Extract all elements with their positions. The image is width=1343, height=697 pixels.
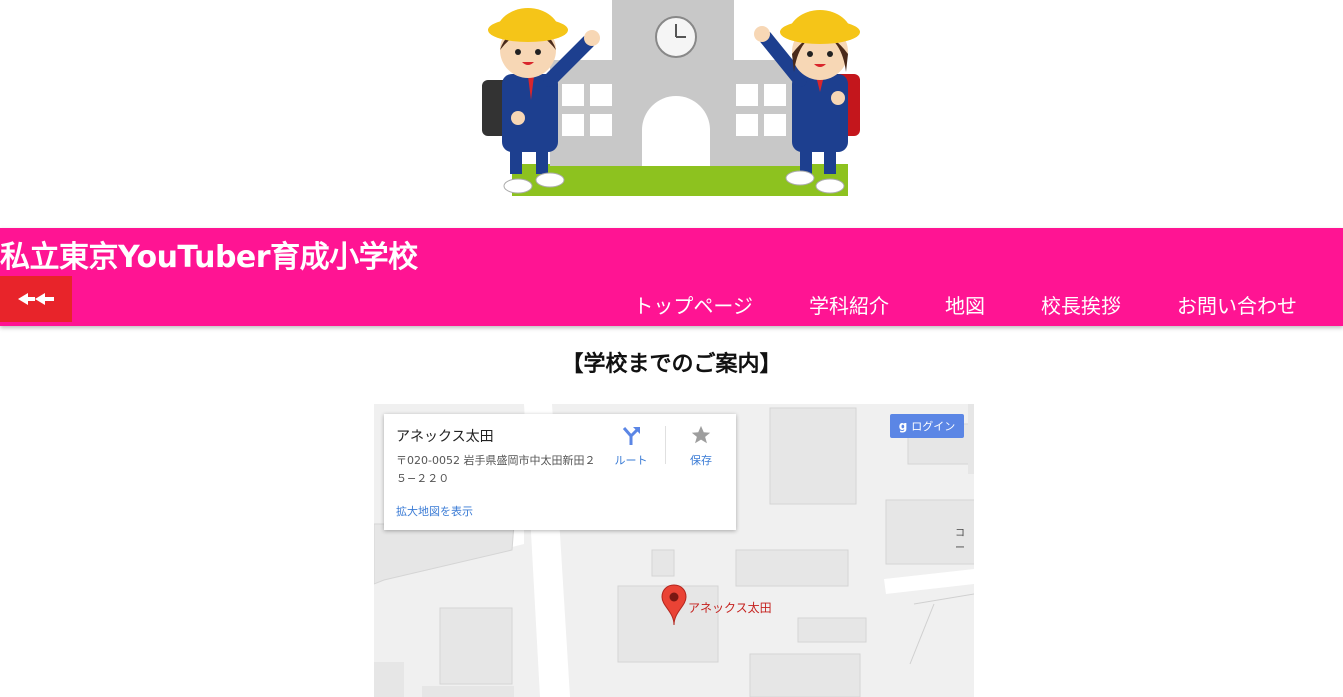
larger-map-link[interactable]: 拡大地図を表示 (396, 503, 473, 519)
route-button[interactable]: ルート (606, 424, 656, 468)
nav-item-principal[interactable]: 校長挨拶 (1013, 290, 1149, 319)
star-icon (691, 425, 711, 444)
map-marker-icon[interactable] (661, 584, 687, 626)
save-button[interactable]: 保存 (676, 424, 726, 468)
place-address: 〒020-0052 岩手県盛岡市中太田新田２５−２２０ (396, 454, 596, 485)
nav-item-contact[interactable]: お問い合わせ (1149, 290, 1325, 319)
nav-item-top[interactable]: トップページ (605, 290, 781, 319)
menu-toggle-button[interactable] (0, 276, 72, 322)
street-label: コー (955, 528, 965, 554)
place-name: アネックス太田 (396, 429, 494, 445)
place-info-card: アネックス太田 〒020-0052 岩手県盛岡市中太田新田２５−２２０ 拡大地図… (384, 414, 736, 530)
marker-label: アネックス太田 (688, 601, 772, 615)
save-label: 保存 (690, 454, 712, 467)
hero-illustration (0, 0, 1343, 228)
embedded-map[interactable]: アネックス太田 〒020-0052 岩手県盛岡市中太田新田２５−２２０ 拡大地図… (374, 404, 974, 697)
directions-icon (622, 427, 640, 445)
collapse-arrows-icon (18, 293, 54, 305)
main-nav: トップページ 学科紹介 地図 校長挨拶 お問い合わせ (605, 290, 1325, 319)
school-illustration (482, 0, 860, 196)
card-divider (665, 426, 666, 464)
nav-item-map[interactable]: 地図 (917, 290, 1013, 319)
google-g-icon: g (898, 419, 908, 433)
login-label: ログイン (911, 420, 956, 433)
nav-item-departments[interactable]: 学科紹介 (781, 290, 917, 319)
site-header: 私立東京YouTuber育成小学校 トップページ 学科紹介 地図 校長挨拶 お問… (0, 228, 1343, 326)
section-title: 【学校までのご案内】 (561, 352, 782, 377)
route-label: ルート (614, 454, 648, 467)
login-button[interactable]: g ログイン (890, 414, 964, 438)
site-title: 私立東京YouTuber育成小学校 (0, 240, 418, 275)
